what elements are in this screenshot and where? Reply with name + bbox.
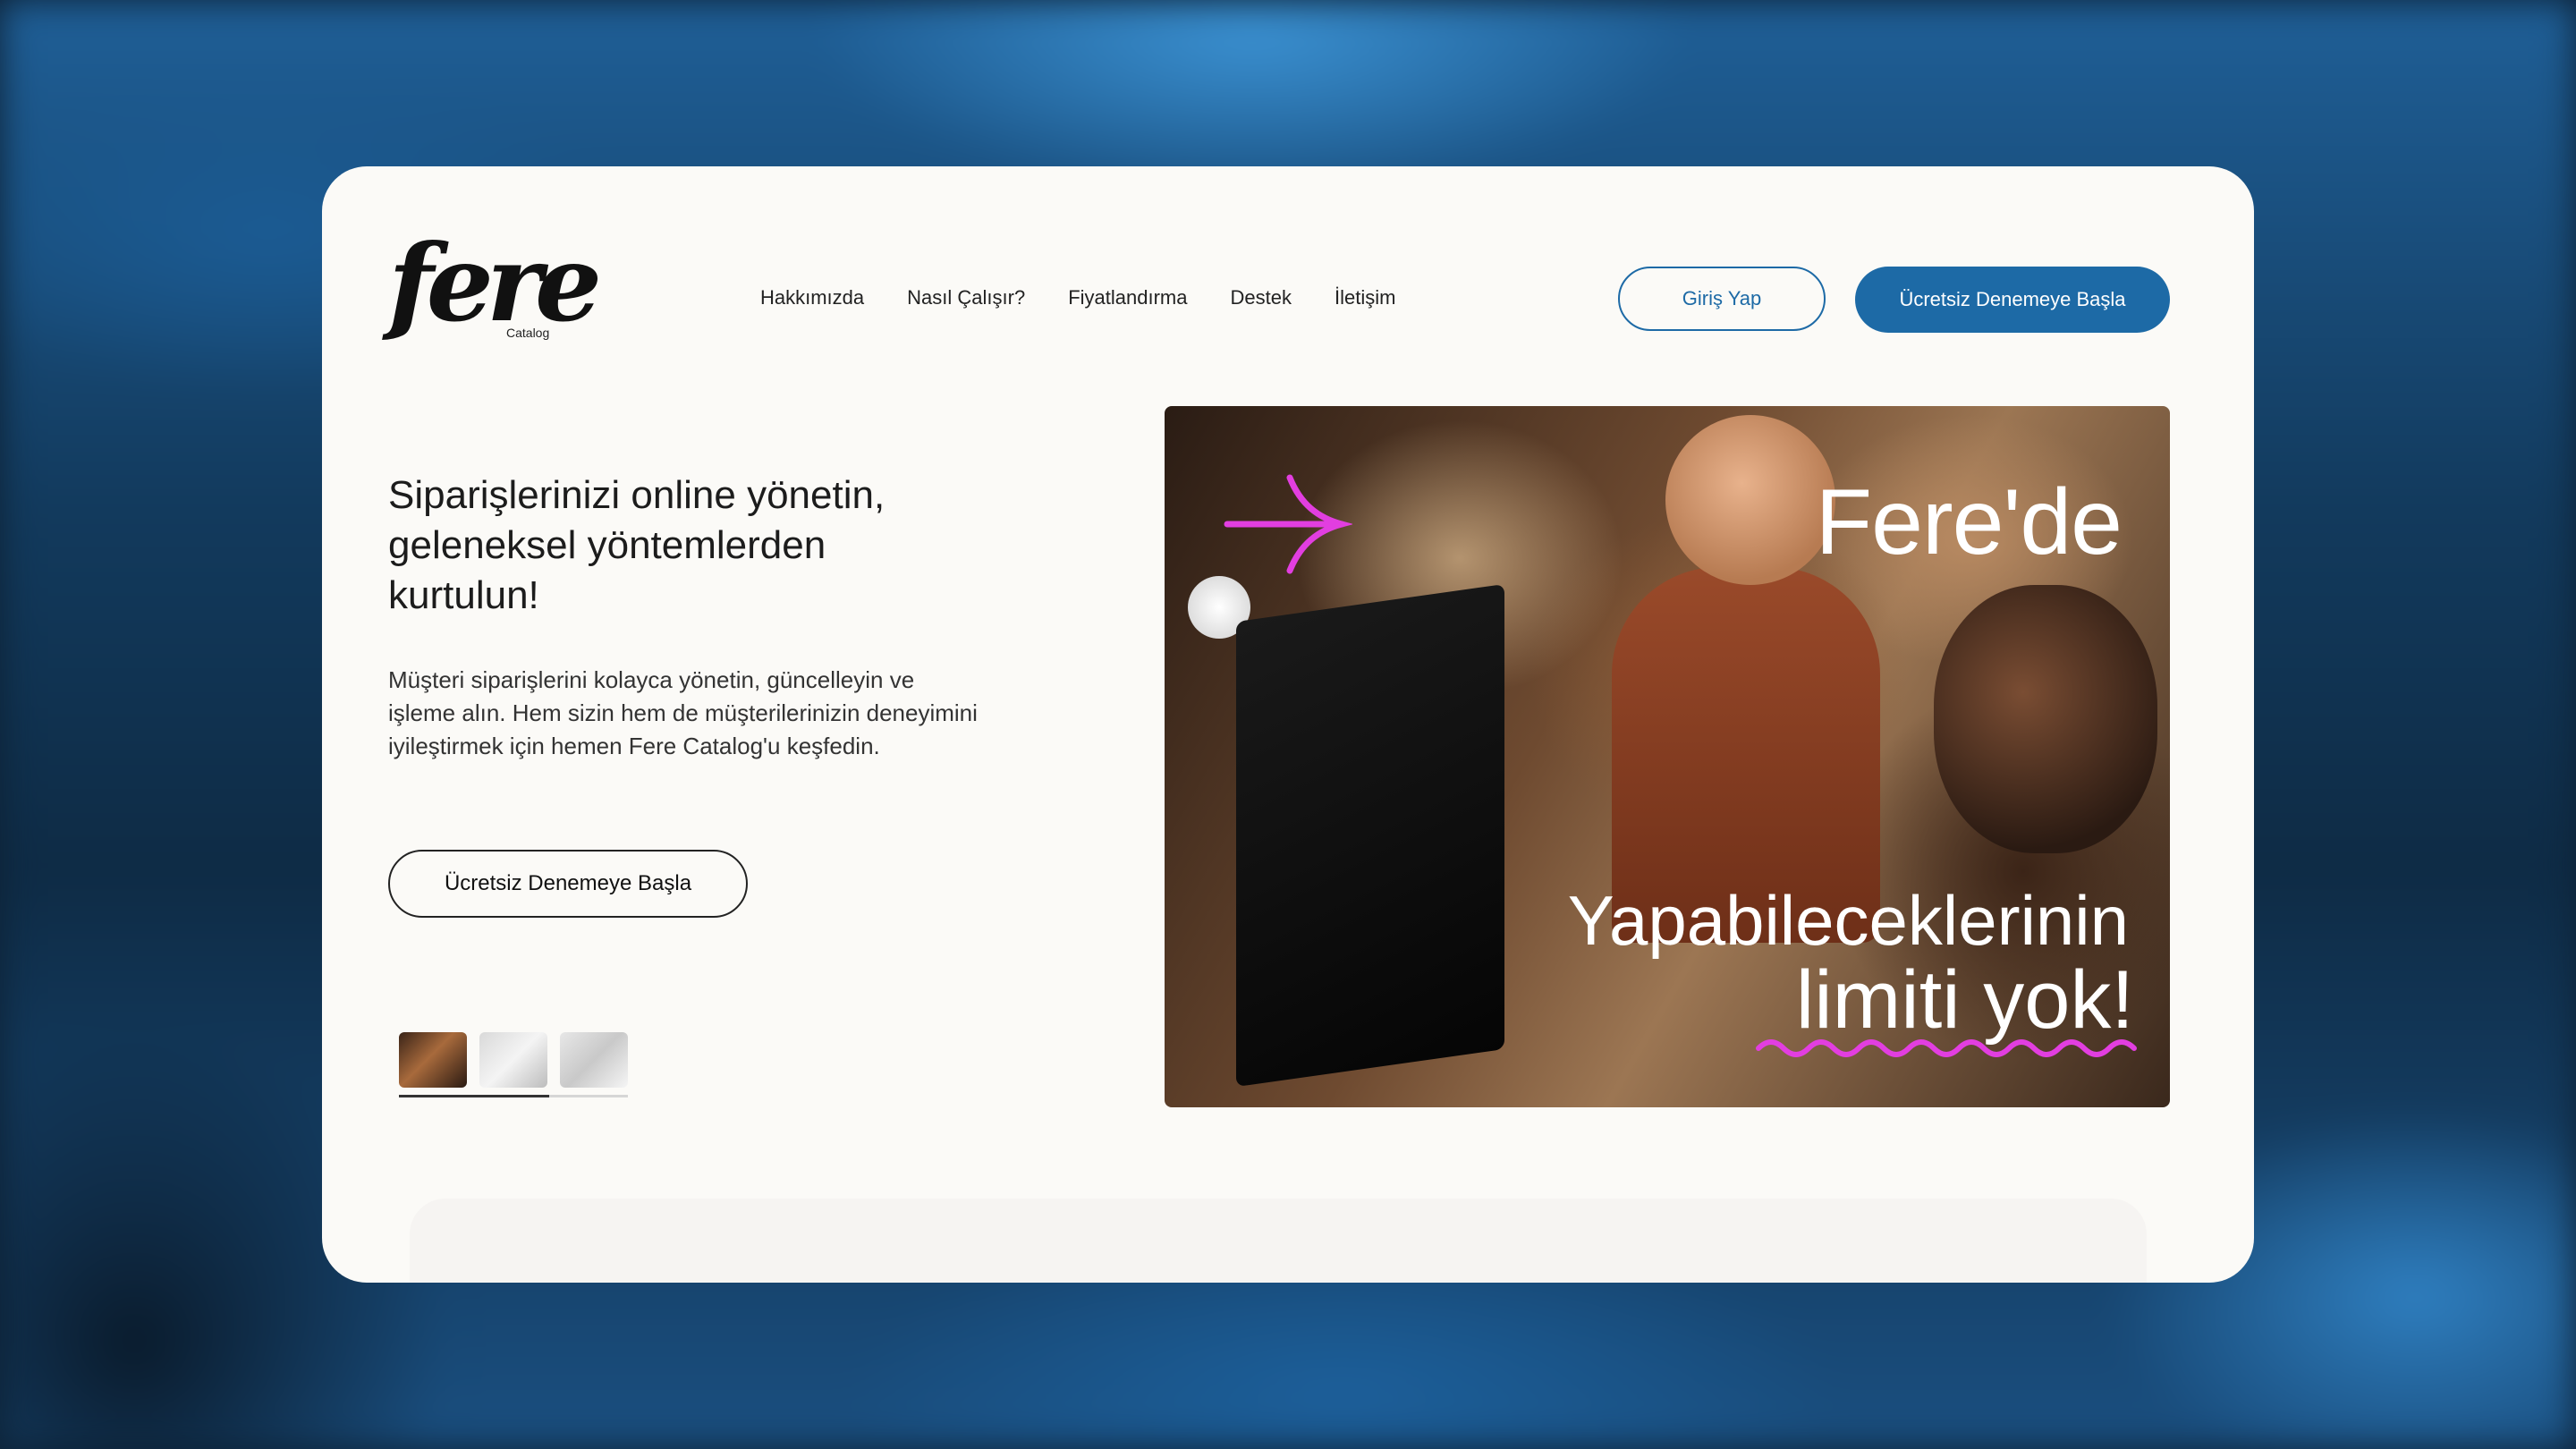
- free-trial-button-hero[interactable]: Ücretsiz Denemeye Başla: [388, 850, 748, 918]
- free-trial-button-header[interactable]: Ücretsiz Denemeye Başla: [1855, 267, 2170, 333]
- nav-item-how-it-works[interactable]: Nasıl Çalışır?: [907, 286, 1025, 309]
- page-card: fere Catalog Hakkımızda Nasıl Çalışır? F…: [322, 166, 2254, 1283]
- nav-item-about[interactable]: Hakkımızda: [760, 286, 864, 309]
- slide-thumbnail-2[interactable]: [479, 1032, 547, 1088]
- nav-item-support[interactable]: Destek: [1230, 286, 1291, 309]
- monitor-shape: [1236, 583, 1504, 1088]
- nav-item-pricing[interactable]: Fiyatlandırma: [1068, 286, 1187, 309]
- image-headline: Fere'de: [1815, 470, 2123, 574]
- slide-progress-indicator: [399, 1095, 549, 1097]
- slide-thumbnail-1[interactable]: [399, 1032, 467, 1088]
- arrow-right-icon: [1224, 474, 1352, 574]
- logo-wordmark: fere: [388, 221, 602, 345]
- brand-logo[interactable]: fere Catalog: [388, 231, 602, 351]
- next-section-panel: [410, 1199, 2147, 1283]
- nav-item-contact[interactable]: İletişim: [1335, 286, 1395, 309]
- login-button[interactable]: Giriş Yap: [1618, 267, 1826, 331]
- squiggle-underline-icon: [1756, 1039, 2137, 1057]
- hero-title: Siparişlerinizi online yönetin, geleneks…: [388, 473, 886, 617]
- logo-subtext: Catalog: [506, 326, 550, 340]
- woman-head-shape: [1665, 415, 1835, 585]
- hero-image: Fere'de Yapabileceklerinin limiti yok!: [1165, 406, 2170, 1107]
- image-tagline-line2: limiti yok!: [1795, 954, 2134, 1046]
- hero-description: Müşteri siparişlerini kolayca yönetin, g…: [388, 666, 978, 759]
- image-tagline-line1: Yapabileceklerinin: [1567, 881, 2129, 960]
- slide-thumbnail-3[interactable]: [560, 1032, 628, 1088]
- man-figure-shape: [1934, 585, 2157, 853]
- main-nav: Hakkımızda Nasıl Çalışır? Fiyatlandırma …: [760, 286, 1395, 309]
- slide-thumbnails: [399, 1032, 628, 1088]
